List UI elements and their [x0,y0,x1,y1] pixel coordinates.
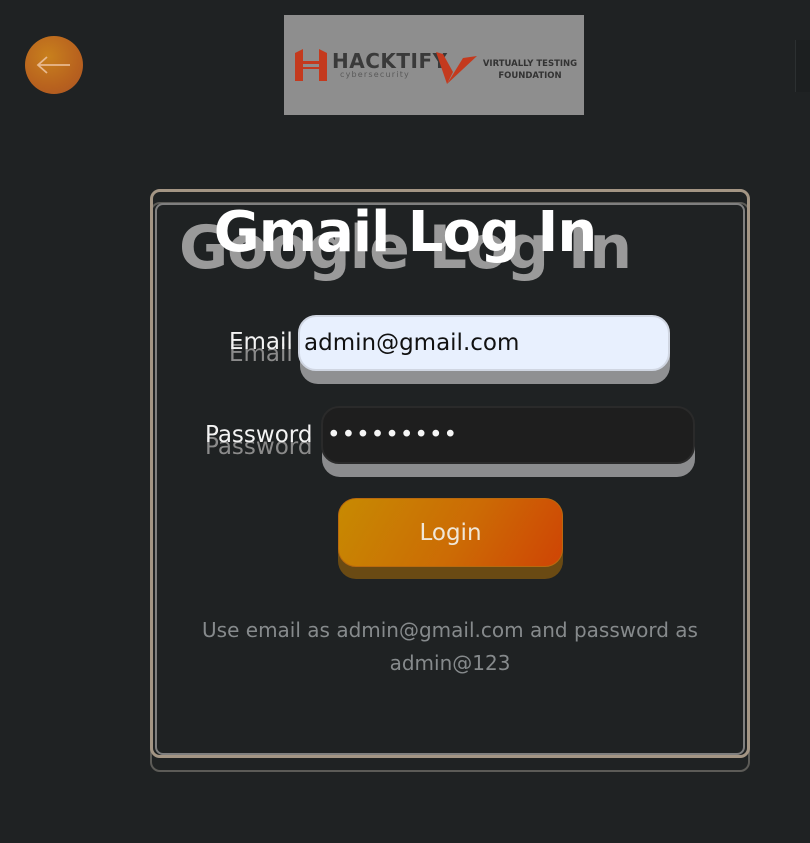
logo-banner: HACKTIFY cybersecurity VIRTUALLY TESTING… [284,15,584,115]
password-field[interactable] [321,406,695,464]
page-title: Gmail Log In [213,200,597,265]
hacktify-logo: HACKTIFY cybersecurity [293,47,448,83]
credentials-hint: Use email as admin@gmail.com and passwor… [202,618,698,675]
vtf-mark-icon [436,52,477,84]
email-field[interactable] [298,315,670,371]
email-label: Email [229,329,293,355]
login-page: HACKTIFY cybersecurity VIRTUALLY TESTING… [0,0,810,843]
arrow-left-icon [36,56,70,74]
vtf-line-1: VIRTUALLY TESTING [482,59,578,69]
login-button[interactable]: Login [338,498,563,567]
edge-panel [795,40,810,92]
hacktify-mark-icon [295,49,327,81]
hacktify-title: HACKTIFY [332,49,448,73]
password-label: Password [205,422,313,448]
back-button[interactable] [25,36,83,94]
hacktify-subtitle: cybersecurity [340,70,410,79]
vtf-line-2: FOUNDATION [498,71,562,81]
vtf-logo-text: VIRTUALLY TESTING FOUNDATION [480,58,580,82]
